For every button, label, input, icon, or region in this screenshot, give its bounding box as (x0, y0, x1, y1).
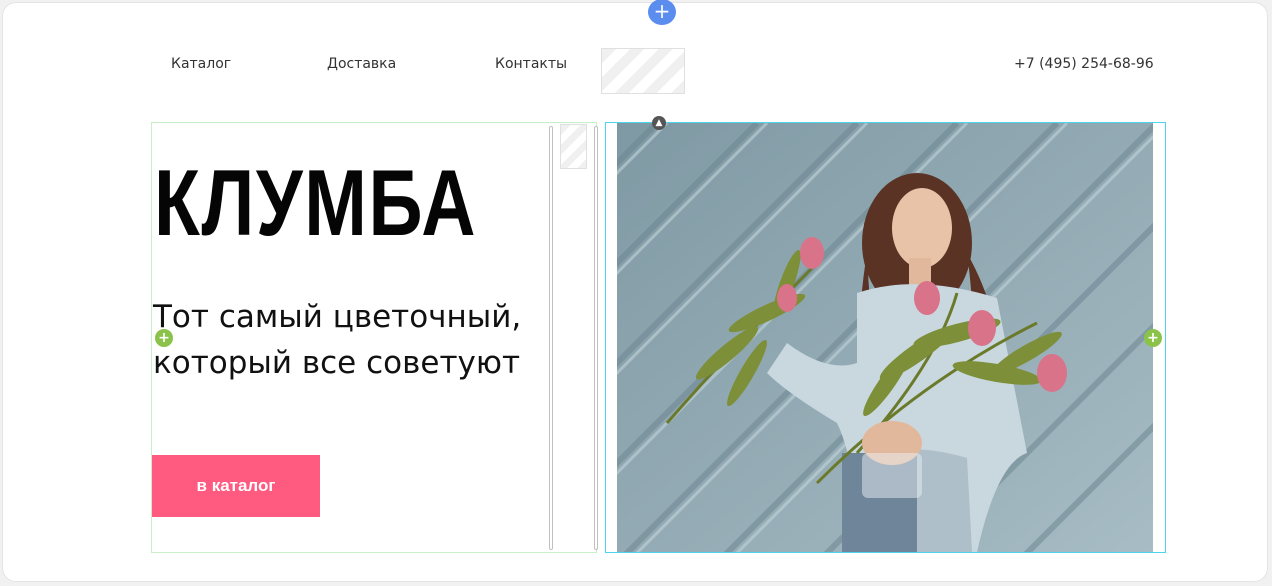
add-column-left-plus-icon[interactable]: + (155, 329, 173, 347)
column-resize-handle-right[interactable] (594, 126, 598, 550)
hero-photo[interactable] (617, 123, 1153, 552)
small-image-placeholder[interactable] (560, 124, 587, 169)
hero-tagline: Тот самый цветочный, который все советую… (153, 294, 553, 386)
tagline-line-2: который все советуют (153, 345, 521, 381)
brand-title: КЛУМБА (154, 150, 478, 255)
add-section-plus-icon[interactable]: + (648, 0, 676, 25)
logo-image-placeholder[interactable] (601, 48, 685, 94)
nav-catalog-link[interactable]: Каталог (171, 56, 231, 72)
tagline-line-1: Тот самый цветочный, (153, 299, 522, 335)
nav-contacts-link[interactable]: Контакты (495, 56, 567, 72)
add-column-right-plus-icon[interactable]: + (1144, 329, 1162, 347)
collapse-chevron-up-icon[interactable]: ▲ (652, 116, 666, 130)
woman-with-flowers-image (617, 123, 1153, 552)
column-resize-handle-left[interactable] (549, 126, 553, 550)
nav-delivery-link[interactable]: Доставка (327, 56, 396, 72)
phone-number[interactable]: +7 (495) 254-68-96 (1014, 56, 1154, 72)
catalog-cta-button[interactable]: в каталог (152, 455, 320, 517)
